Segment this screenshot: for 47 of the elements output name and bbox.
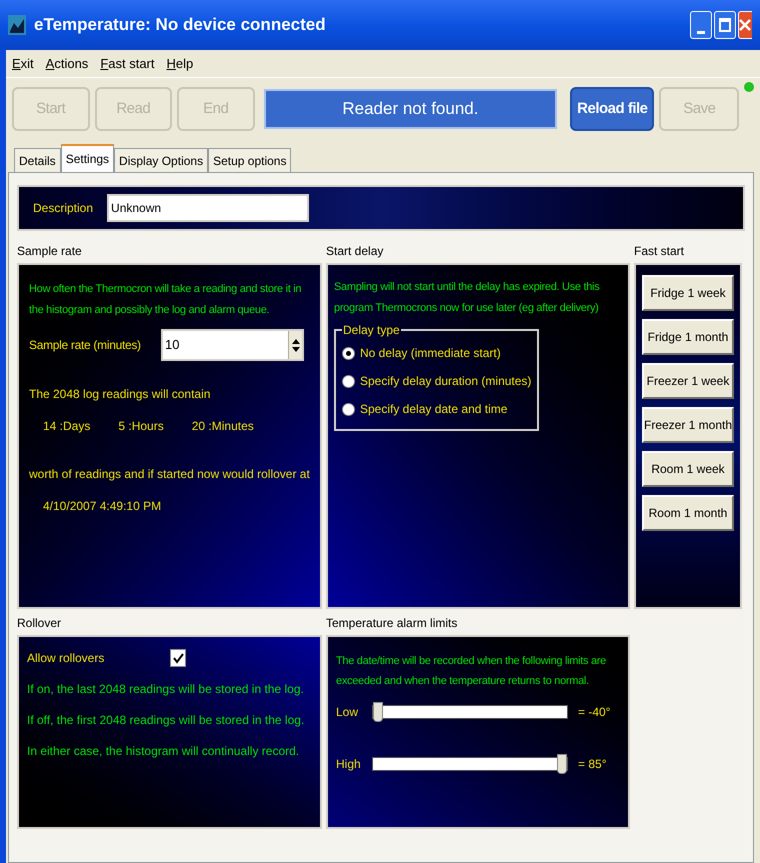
duration-value: 14 :Days [43, 418, 90, 435]
radio-label[interactable]: No delay (immediate start) [360, 344, 501, 362]
section-title: Start delay [326, 243, 384, 259]
slider-label: Low [336, 704, 360, 721]
duration-value: 5 :Hours [118, 418, 164, 435]
preset-button[interactable]: Freezer 1 week [642, 363, 734, 399]
menu-item[interactable]: Help [166, 54, 194, 74]
sample-rate-spinner[interactable]: 10 [161, 329, 304, 361]
slider-reading: = 85° [578, 756, 606, 773]
tab[interactable]: Display Options [114, 148, 208, 172]
description-label: Description [33, 200, 94, 217]
preset-button[interactable]: Fridge 1 month [642, 319, 734, 355]
menu-item[interactable]: Exit [12, 54, 34, 74]
menu-item[interactable]: Actions [46, 54, 88, 74]
duration-value: 20 :Minutes [192, 418, 254, 435]
section-title: Temperature alarm limits [326, 615, 458, 631]
preset-button[interactable]: Room 1 month [642, 495, 734, 531]
tab[interactable]: Details [14, 148, 61, 172]
menu-item[interactable]: Fast start [100, 54, 155, 74]
note-text: If off, the first 2048 readings will be stored in the log. [27, 712, 306, 729]
description-field[interactable]: Unknown [107, 194, 310, 222]
rollover-text: worth of readings and if started now would rollover at [29, 466, 310, 483]
slider-label: High [336, 756, 362, 773]
description-text: How often the Thermocron will take a reading and store it in the histogram and possibly the log and alarm queue. [29, 282, 302, 318]
toolbar-button[interactable]: Reload file [570, 87, 654, 131]
slider-reading: = -40° [578, 704, 610, 721]
summary-text: The 2048 log readings will contain [29, 386, 212, 403]
section-title: Sample rate [17, 243, 83, 259]
checkbox-label[interactable]: Allow rollovers [27, 649, 104, 667]
note-text: In either case, the histogram will continually record. [27, 743, 300, 760]
section-title: Fast start [634, 243, 686, 259]
description-text: Sampling will not start until the delay has expired. Use this program Thermocrons now for use later (eg after delivery) [334, 280, 600, 316]
preset-button[interactable]: Fridge 1 week [642, 275, 734, 311]
field-label: Sample rate (minutes) [29, 337, 142, 354]
description-text: The date/time will be recorded when the following limits are exceeded and when the temperature returns to normal. [336, 654, 607, 689]
section-title: Rollover [17, 615, 62, 631]
tab[interactable]: Settings [60, 144, 114, 172]
preset-button[interactable]: Freezer 1 month [642, 407, 734, 443]
radio-label[interactable]: Specify delay duration (minutes) [360, 372, 532, 390]
rollover-time: 4/10/2007 4:49:10 PM [42, 498, 162, 515]
note-text: If on, the last 2048 readings will be stored in the log. [27, 681, 305, 698]
tab[interactable]: Setup options [208, 148, 292, 172]
status-display: Reader not found. [264, 89, 558, 129]
group-title: Delay type [342, 322, 401, 339]
window-title: eTemperature: No device connected [34, 14, 327, 36]
radio-label[interactable]: Specify delay date and time [360, 400, 508, 418]
preset-button[interactable]: Room 1 week [642, 451, 734, 487]
